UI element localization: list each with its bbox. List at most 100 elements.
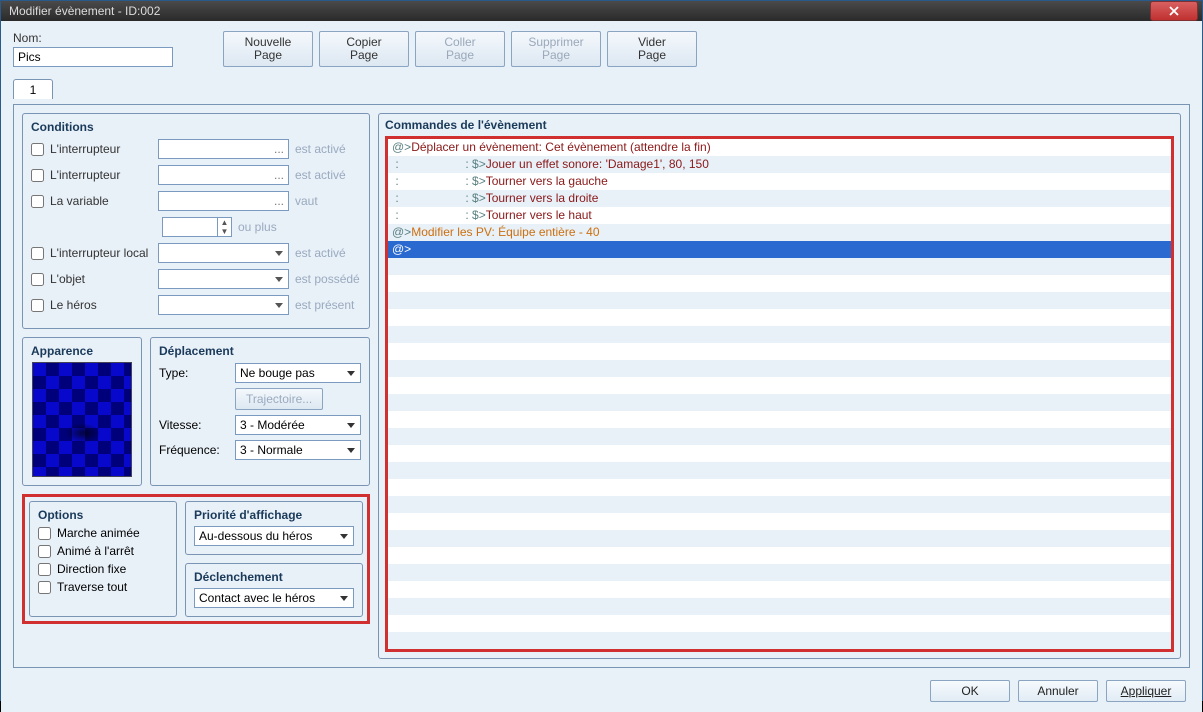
priority-title: Priorité d'affichage [194,508,354,522]
options-group: Options Marche animéeAnimé à l'arrêtDire… [29,501,177,617]
close-button[interactable] [1150,1,1198,21]
command-line[interactable]: : : $>Tourner vers la gauche [388,173,1171,190]
priority-select[interactable]: Au-dessous du héros [194,526,354,546]
command-line[interactable] [388,275,1171,292]
command-line[interactable] [388,632,1171,649]
ok-button[interactable]: OK [930,680,1010,702]
condition-label: L'interrupteur local [50,246,152,260]
command-line[interactable]: : : $>Tourner vers le haut [388,207,1171,224]
condition-field[interactable] [158,243,289,263]
conditions-group: Conditions L'interrupteur...est activéL'… [22,113,370,329]
paste-page-button[interactable]: Coller Page [415,31,505,67]
titlebar[interactable]: Modifier évènement - ID:002 [1,1,1202,21]
command-line[interactable] [388,547,1171,564]
command-line[interactable] [388,309,1171,326]
option-checkbox[interactable] [38,527,51,540]
movement-title: Déplacement [159,344,361,358]
condition-checkbox[interactable] [31,195,44,208]
checker-bg [33,363,131,476]
condition-field[interactable] [158,269,289,289]
option-checkbox[interactable] [38,581,51,594]
copy-page-button[interactable]: Copier Page [319,31,409,67]
trigger-group: Déclenchement Contact avec le héros [185,563,363,617]
event-editor-window: Modifier évènement - ID:002 Nom: Nouvell… [0,0,1203,701]
trigger-select[interactable]: Contact avec le héros [194,588,354,608]
command-line[interactable] [388,343,1171,360]
condition-suffix: est activé [295,168,361,182]
appearance-movement-row: Apparence Déplacement Type: Ne bouge pas… [22,337,370,486]
condition-row: ▲▼ou plus [31,216,361,238]
cancel-button[interactable]: Annuler [1018,680,1098,702]
condition-checkbox[interactable] [31,169,44,182]
condition-field[interactable]: ... [158,165,289,185]
condition-suffix: est activé [295,246,361,260]
condition-checkbox[interactable] [31,247,44,260]
command-line[interactable] [388,445,1171,462]
condition-checkbox[interactable] [31,143,44,156]
right-column: Commandes de l'évènement @>Déplacer un é… [378,113,1181,659]
option-checkbox[interactable] [38,545,51,558]
option-checkbox[interactable] [38,563,51,576]
command-line[interactable] [388,411,1171,428]
command-line[interactable] [388,581,1171,598]
movement-freq-select[interactable]: 3 - Normale [235,440,361,460]
command-line[interactable] [388,292,1171,309]
apply-button[interactable]: Appliquer [1106,680,1186,702]
command-line[interactable] [388,513,1171,530]
appearance-group: Apparence [22,337,142,486]
condition-field[interactable] [158,295,289,315]
command-line[interactable] [388,258,1171,275]
clear-page-button[interactable]: Vider Page [607,31,697,67]
condition-field[interactable]: ... [158,191,289,211]
condition-field[interactable]: ... [158,139,289,159]
command-line[interactable] [388,496,1171,513]
options-title: Options [38,508,168,522]
command-line[interactable] [388,360,1171,377]
top-row: Nom: Nouvelle Page Copier Page Coller Pa… [13,31,1190,67]
command-line[interactable] [388,530,1171,547]
movement-group: Déplacement Type: Ne bouge pas Trajectoi… [150,337,370,486]
appearance-title: Apparence [31,344,133,358]
main-area: Conditions L'interrupteur...est activéL'… [13,104,1190,668]
new-page-button[interactable]: Nouvelle Page [223,31,313,67]
command-line[interactable]: @>Déplacer un évènement: Cet évènement (… [388,139,1171,156]
priority-group: Priorité d'affichage Au-dessous du héros [185,501,363,555]
command-line[interactable]: @>Modifier les PV: Équipe entière - 40 [388,224,1171,241]
condition-checkbox[interactable] [31,273,44,286]
content-area: Nom: Nouvelle Page Copier Page Coller Pa… [1,21,1202,712]
condition-row: L'objetest possédé [31,268,361,290]
command-line[interactable] [388,598,1171,615]
option-row: Traverse tout [38,580,168,594]
command-line[interactable]: @> [388,241,1171,258]
conditions-title: Conditions [31,120,361,134]
name-input[interactable] [13,47,173,67]
movement-type-select[interactable]: Ne bouge pas [235,363,361,383]
command-line[interactable]: : : $>Tourner vers la droite [388,190,1171,207]
command-line[interactable] [388,377,1171,394]
command-line[interactable] [388,564,1171,581]
command-line[interactable] [388,479,1171,496]
command-line[interactable]: : : $>Jouer un effet sonore: 'Damage1', … [388,156,1171,173]
movement-speed-label: Vitesse: [159,418,229,432]
delete-page-button[interactable]: Supprimer Page [511,31,601,67]
trajectory-button[interactable]: Trajectoire... [235,388,323,410]
command-line[interactable] [388,428,1171,445]
option-label: Marche animée [57,526,140,540]
command-line[interactable] [388,462,1171,479]
command-line[interactable] [388,394,1171,411]
button-bar: OK Annuler Appliquer [13,674,1190,702]
appearance-sprite[interactable] [32,362,132,477]
movement-speed-select[interactable]: 3 - Modérée [235,415,361,435]
condition-row: La variable...vaut [31,190,361,212]
condition-suffix: vaut [295,194,361,208]
command-line[interactable] [388,615,1171,632]
option-row: Marche animée [38,526,168,540]
condition-row: L'interrupteur local est activé [31,242,361,264]
condition-checkbox[interactable] [31,299,44,312]
close-icon [1168,6,1180,16]
condition-label: L'objet [50,272,152,286]
command-list[interactable]: @>Déplacer un évènement: Cet évènement (… [385,136,1174,652]
command-line[interactable] [388,326,1171,343]
condition-spinner[interactable]: ▲▼ [162,217,232,237]
tab-1[interactable]: 1 [13,79,53,99]
